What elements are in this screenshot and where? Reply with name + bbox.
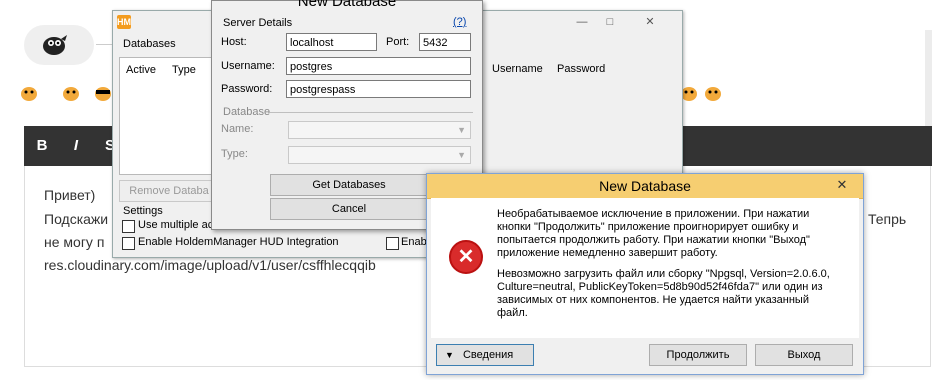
error-text-line: кнопки "Продолжить" приложение проигнори… bbox=[497, 221, 799, 233]
smiley-icon[interactable] bbox=[60, 83, 82, 103]
close-icon[interactable]: ✕ bbox=[827, 176, 857, 194]
separator bbox=[268, 112, 473, 113]
chevron-down-icon: ▼ bbox=[445, 350, 454, 360]
host-input[interactable]: localhost bbox=[286, 33, 377, 51]
password-input[interactable]: postgrespass bbox=[286, 80, 471, 98]
type-select[interactable]: ▼ bbox=[288, 146, 471, 164]
bold-button[interactable]: B bbox=[30, 134, 54, 158]
error-icon: ✕ bbox=[449, 240, 483, 274]
divider bbox=[96, 44, 112, 45]
error-text-line: попытается продолжить работу. При нажати… bbox=[497, 234, 810, 246]
error-text-line: зависимых от них компонентов. Не удается… bbox=[497, 294, 809, 306]
server-details-label: Server Details bbox=[223, 17, 293, 29]
sunglasses-smiley-icon[interactable] bbox=[92, 83, 114, 103]
continue-button[interactable]: Продолжить bbox=[649, 344, 747, 366]
settings-group-label: Settings bbox=[123, 205, 163, 217]
hud-option-label: Enable HoldemManager HUD Integration bbox=[138, 236, 339, 248]
column-header[interactable]: Password bbox=[557, 63, 605, 75]
error-text-line: Невозможно загрузить файл или сборку "Np… bbox=[497, 268, 830, 280]
column-header[interactable]: Type bbox=[172, 64, 196, 76]
cancel-button[interactable]: Cancel bbox=[270, 198, 428, 220]
remove-database-button[interactable]: Remove Databa bbox=[119, 180, 219, 202]
post-text-line: Подскажи bbox=[44, 211, 109, 227]
name-label: Name: bbox=[221, 123, 254, 135]
multiple-option-label: Use multiple act bbox=[138, 219, 217, 231]
smiley-icon[interactable] bbox=[702, 83, 724, 103]
dialog-titlebar: New Database ✕ bbox=[427, 174, 863, 199]
app-logo-icon: HM bbox=[117, 15, 131, 29]
error-text-line: приложение немедленно завершит работу. bbox=[497, 247, 718, 259]
details-label: Сведения bbox=[462, 349, 514, 361]
exit-button[interactable]: Выход bbox=[755, 344, 853, 366]
chevron-down-icon: ▼ bbox=[457, 150, 466, 160]
dialog-title: New Database bbox=[599, 178, 691, 194]
post-text-line: Тепрь bbox=[868, 211, 907, 227]
maximize-icon[interactable]: □ bbox=[597, 13, 623, 31]
port-input[interactable]: 5432 bbox=[419, 33, 471, 51]
minimize-icon[interactable]: — bbox=[569, 13, 595, 31]
enable-checkbox[interactable] bbox=[386, 237, 399, 250]
column-header[interactable]: Username bbox=[492, 63, 543, 75]
username-input[interactable]: postgres bbox=[286, 57, 471, 75]
smiley-icon[interactable] bbox=[18, 83, 40, 103]
host-label: Host: bbox=[221, 36, 247, 48]
error-text-line: Необрабатываемое исключение в приложении… bbox=[497, 208, 810, 220]
italic-button[interactable]: I bbox=[64, 134, 88, 158]
post-text-line: res.cloudinary.com/image/upload/v1/user/… bbox=[44, 257, 376, 273]
database-group-label: Database bbox=[223, 106, 271, 118]
error-dialog: New Database ✕ ✕ Необрабатываемое исключ… bbox=[426, 173, 864, 375]
get-databases-button[interactable]: Get Databases bbox=[270, 174, 428, 196]
help-link[interactable]: (?) bbox=[453, 16, 466, 28]
avatar-icon[interactable] bbox=[38, 30, 70, 60]
type-label: Type: bbox=[221, 148, 248, 160]
post-text-line: не могу п bbox=[44, 234, 105, 250]
dialog-title: New Database bbox=[297, 0, 397, 10]
column-header[interactable]: Active bbox=[126, 64, 156, 76]
chevron-down-icon: ▼ bbox=[457, 125, 466, 135]
post-text-line: Привет) bbox=[44, 187, 96, 203]
scroll-strip bbox=[925, 30, 932, 126]
databases-group-label: Databases bbox=[123, 38, 176, 50]
error-message-area: ✕ Необрабатываемое исключение в приложен… bbox=[431, 198, 859, 338]
error-text-line: Culture=neutral, PublicKeyToken=5d8b90d5… bbox=[497, 281, 823, 293]
name-select[interactable]: ▼ bbox=[288, 121, 471, 139]
username-label: Username: bbox=[221, 60, 275, 72]
hud-checkbox[interactable] bbox=[122, 237, 135, 250]
details-button[interactable]: ▼ Сведения bbox=[436, 344, 534, 366]
enable-option-label: Enab bbox=[401, 236, 427, 248]
close-icon[interactable]: ✕ bbox=[625, 13, 675, 31]
password-label: Password: bbox=[221, 83, 273, 95]
error-text-line: файл. bbox=[497, 307, 528, 319]
port-label: Port: bbox=[386, 36, 410, 48]
multiple-checkbox[interactable] bbox=[122, 220, 135, 233]
